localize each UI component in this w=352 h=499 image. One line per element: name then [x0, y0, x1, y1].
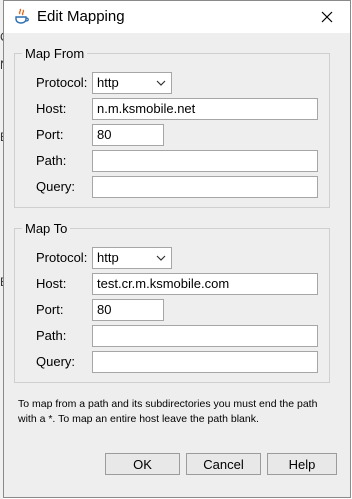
close-button[interactable] — [304, 1, 350, 33]
chevron-down-icon — [156, 255, 166, 261]
help-note: To map from a path and its subdirectorie… — [18, 398, 318, 425]
from-protocol-select[interactable]: http — [92, 72, 172, 94]
from-protocol-value: http — [97, 75, 119, 90]
to-host-label: Host: — [36, 276, 67, 291]
to-port-input[interactable]: 80 — [92, 299, 164, 321]
from-path-label: Path: — [36, 153, 67, 168]
from-host-label: Host: — [36, 101, 67, 116]
to-query-label: Query: — [36, 354, 76, 369]
to-protocol-value: http — [97, 250, 119, 265]
to-protocol-label: Protocol: — [36, 250, 88, 265]
from-port-label: Port: — [36, 127, 64, 142]
ok-button[interactable]: OK — [105, 453, 180, 475]
to-path-label: Path: — [36, 328, 67, 343]
to-protocol-select[interactable]: http — [92, 247, 172, 269]
from-host-input[interactable]: n.m.ksmobile.net — [92, 98, 318, 120]
from-path-input[interactable] — [92, 150, 318, 172]
to-port-label: Port: — [36, 302, 64, 317]
to-query-input[interactable] — [92, 351, 318, 373]
from-query-label: Query: — [36, 179, 76, 194]
cancel-button[interactable]: Cancel — [186, 453, 261, 475]
close-icon — [321, 11, 333, 23]
to-host-input[interactable]: test.cr.m.ksmobile.com — [92, 273, 318, 295]
map-from-group: Map From Protocol: http Host: n.m.ksmobi… — [14, 46, 330, 208]
from-query-input[interactable] — [92, 176, 318, 198]
map-to-legend: Map To — [22, 221, 71, 236]
edit-mapping-dialog: Edit Mapping Map From Protocol: http Hos… — [3, 0, 351, 498]
dialog-title: Edit Mapping — [37, 8, 125, 25]
chevron-down-icon — [156, 80, 166, 86]
from-protocol-label: Protocol: — [36, 75, 88, 90]
map-from-legend: Map From — [22, 46, 88, 61]
map-to-group: Map To Protocol: http Host: test.cr.m.ks… — [14, 221, 330, 383]
from-port-input[interactable]: 80 — [92, 124, 164, 146]
to-path-input[interactable] — [92, 325, 318, 347]
title-bar: Edit Mapping — [4, 1, 350, 33]
java-app-icon — [15, 8, 29, 24]
help-button[interactable]: Help — [267, 453, 337, 475]
